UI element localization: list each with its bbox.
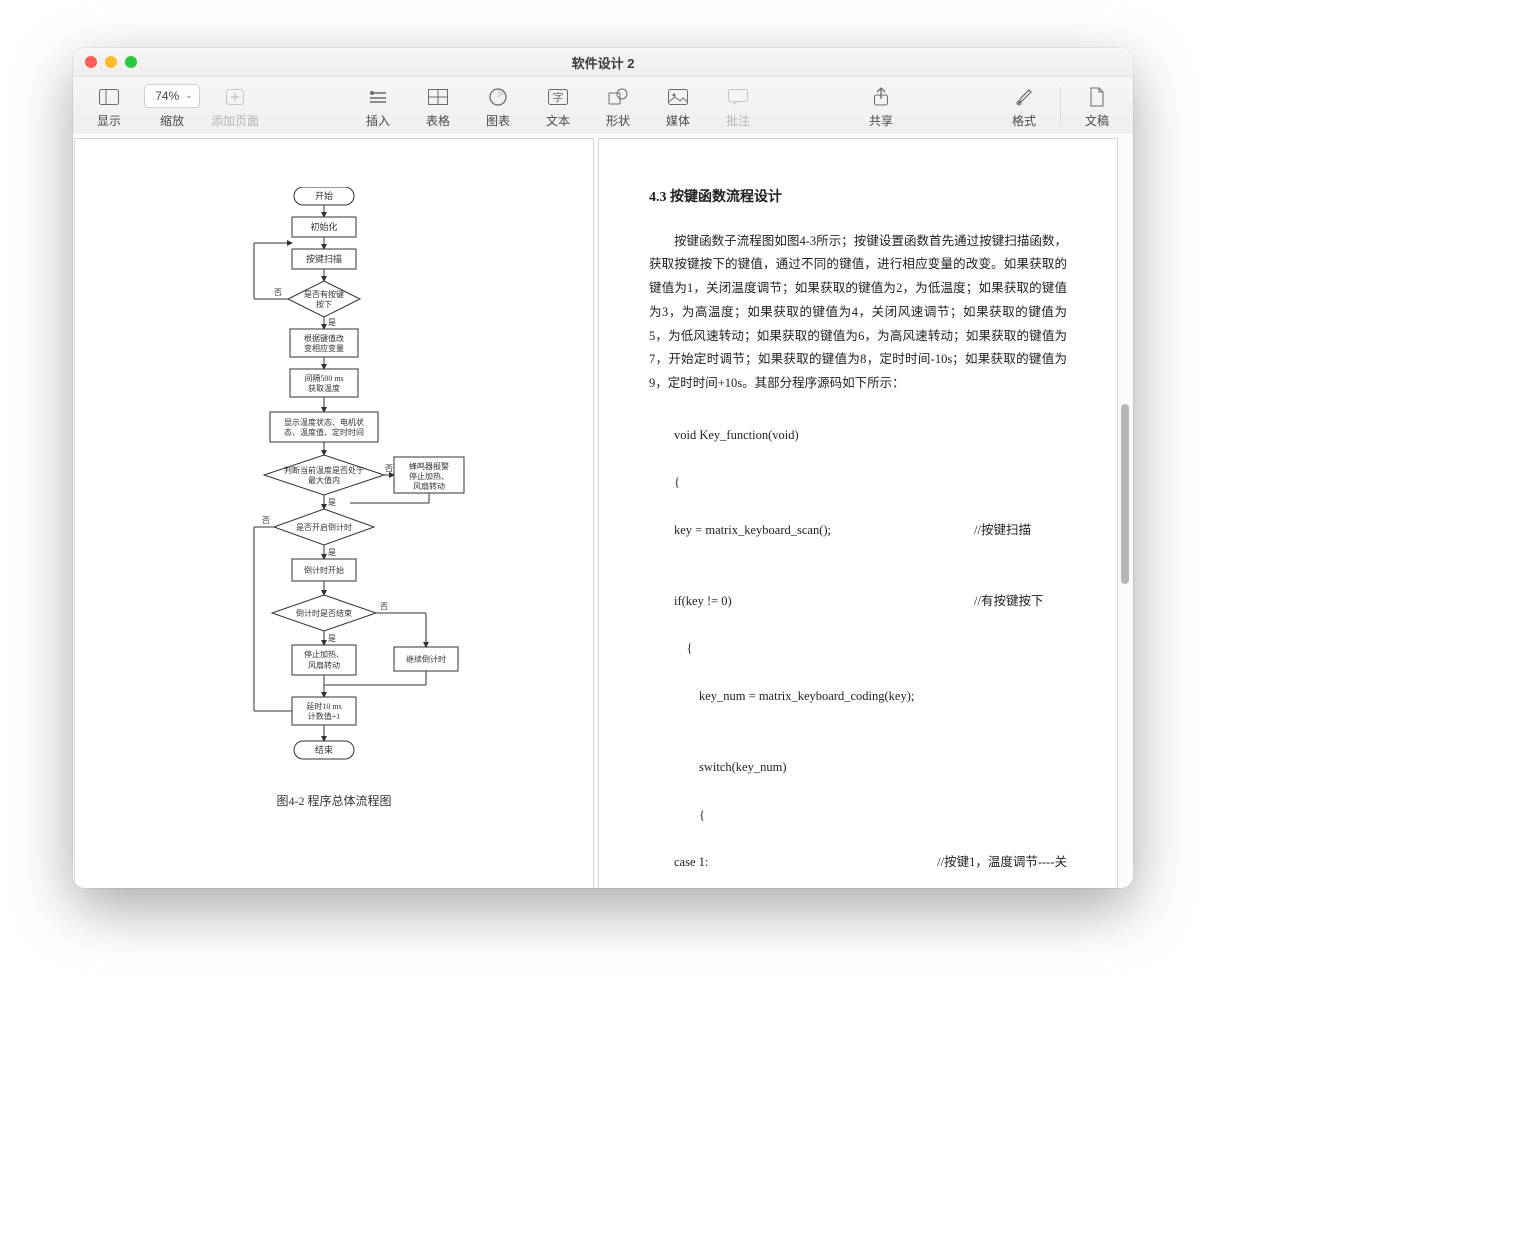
chart-icon (489, 84, 507, 110)
svg-text:否: 否 (380, 602, 388, 611)
share-icon (872, 84, 890, 110)
svg-text:否: 否 (274, 288, 282, 297)
comment-button[interactable]: 批注 (708, 77, 768, 135)
svg-text:延时10 ms: 延时10 ms (306, 701, 341, 711)
svg-text:获取温度: 获取温度 (308, 383, 340, 393)
table-icon (428, 84, 448, 110)
svg-text:风扇转动: 风扇转动 (308, 660, 340, 670)
document-area: 开始 初始化 按键扫描 是否有按键 按下 根据键值改 变相应变量 间隔500 m… (73, 134, 1133, 888)
svg-text:是: 是 (328, 498, 336, 507)
share-button[interactable]: 共享 (851, 77, 911, 135)
brush-icon (1015, 84, 1033, 110)
document-icon (1089, 84, 1105, 110)
svg-text:间隔500 ms: 间隔500 ms (304, 374, 343, 383)
sidebar-icon (99, 84, 119, 110)
minimize-window[interactable] (105, 56, 117, 68)
insert-button[interactable]: 插入 (348, 77, 408, 135)
app-window: 软件设计 2 显示 74% ⌄ 缩放 添加页面 (73, 48, 1133, 888)
view-button[interactable]: 显示 (79, 77, 139, 135)
text-icon: 字 (548, 84, 568, 110)
window-title: 软件设计 2 (73, 53, 1133, 72)
svg-text:是: 是 (328, 548, 336, 557)
table-button[interactable]: 表格 (408, 77, 468, 135)
svg-text:结束: 结束 (315, 744, 333, 755)
paragraph: 按键函数子流程图如图4-3所示；按键设置函数首先通过按键扫描函数，获取按键按下的… (649, 230, 1067, 396)
document-button[interactable]: 文稿 (1067, 77, 1127, 135)
window-controls (85, 56, 137, 68)
svg-text:是否有按键: 是否有按键 (304, 289, 344, 299)
svg-text:倒计时是否结束: 倒计时是否结束 (296, 608, 352, 618)
svg-text:否: 否 (385, 464, 393, 473)
svg-text:根据键值改: 根据键值改 (304, 333, 344, 343)
zoom-value: 74% (155, 89, 179, 103)
media-icon (668, 84, 688, 110)
toolbar: 显示 74% ⌄ 缩放 添加页面 插入 表格 (73, 77, 1133, 136)
svg-text:字: 字 (553, 90, 564, 104)
page-left[interactable]: 开始 初始化 按键扫描 是否有按键 按下 根据键值改 变相应变量 间隔500 m… (74, 138, 594, 888)
svg-text:态、温度值、定时时间: 态、温度值、定时时间 (284, 427, 364, 437)
svg-text:按下: 按下 (316, 299, 332, 309)
section-heading: 4.3 按键函数流程设计 (649, 185, 1067, 212)
plus-icon (226, 84, 244, 110)
figure-caption: 图4-2 程序总体流程图 (75, 792, 593, 809)
svg-text:是否开启倒计时: 是否开启倒计时 (296, 522, 352, 532)
svg-text:显示温度状态、电机状: 显示温度状态、电机状 (284, 417, 364, 427)
chart-button[interactable]: 图表 (468, 77, 528, 135)
flowchart: 开始 初始化 按键扫描 是否有按键 按下 根据键值改 变相应变量 间隔500 m… (184, 187, 484, 827)
svg-text:继续倒计时: 继续倒计时 (406, 654, 446, 664)
svg-text:初始化: 初始化 (310, 221, 337, 232)
svg-text:否: 否 (262, 516, 270, 525)
close-window[interactable] (85, 56, 97, 68)
svg-text:停止加热、: 停止加热、 (304, 649, 344, 659)
code-block: void Key_function(void) { key = matrix_k… (649, 400, 1067, 888)
chevron-down-icon: ⌄ (185, 90, 193, 101)
text-button[interactable]: 字 文本 (528, 77, 588, 135)
add-page-button[interactable]: 添加页面 (205, 77, 265, 135)
insert-icon (368, 84, 388, 110)
shape-icon (608, 84, 628, 110)
svg-text:开始: 开始 (315, 190, 333, 201)
svg-text:计数值+1: 计数值+1 (308, 711, 341, 721)
media-button[interactable]: 媒体 (648, 77, 708, 135)
comment-icon (728, 84, 748, 110)
svg-text:停止加热、: 停止加热、 (409, 471, 449, 481)
svg-text:风扇转动: 风扇转动 (413, 481, 445, 491)
zoom-window[interactable] (125, 56, 137, 68)
svg-text:按键扫描: 按键扫描 (306, 253, 342, 264)
zoom-select[interactable]: 74% ⌄ (144, 84, 200, 108)
svg-text:最大值内: 最大值内 (308, 475, 340, 485)
svg-text:判断当前温度是否处于: 判断当前温度是否处于 (284, 465, 364, 475)
page-right[interactable]: 4.3 按键函数流程设计 按键函数子流程图如图4-3所示；按键设置函数首先通过按… (598, 138, 1118, 888)
titlebar: 软件设计 2 (73, 48, 1133, 77)
svg-text:蜂鸣器报警: 蜂鸣器报警 (409, 461, 449, 471)
format-button[interactable]: 格式 (994, 77, 1054, 135)
svg-text:是: 是 (328, 318, 336, 327)
vertical-scrollbar[interactable] (1119, 134, 1131, 888)
svg-text:变相应变量: 变相应变量 (304, 343, 344, 353)
scrollbar-thumb[interactable] (1121, 404, 1129, 584)
svg-text:倒计时开始: 倒计时开始 (304, 565, 344, 575)
svg-text:是: 是 (328, 634, 336, 643)
shape-button[interactable]: 形状 (588, 77, 648, 135)
